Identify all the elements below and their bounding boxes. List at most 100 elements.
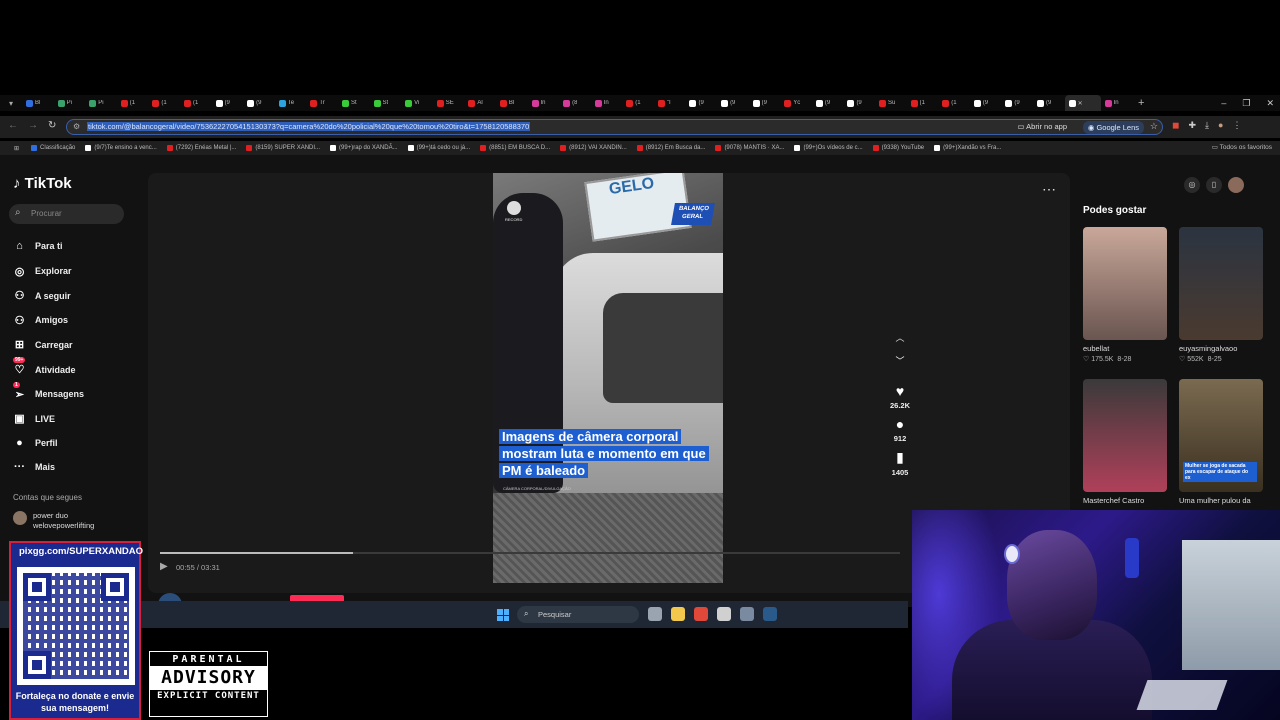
browser-tab[interactable]: In <box>591 95 623 111</box>
browser-tab[interactable]: Bl <box>496 95 528 111</box>
bookmark-item[interactable]: (9/7)Te ensino a venc... <box>85 145 157 151</box>
video-progress-bar[interactable] <box>160 552 900 554</box>
browser-tab[interactable]: St <box>338 95 370 111</box>
bookmark-item[interactable]: (99+)tá cedo ou já... <box>407 145 470 151</box>
task-view-icon[interactable] <box>648 607 662 621</box>
browser-menu-icon[interactable]: ⋮ <box>1232 120 1241 131</box>
device-icon[interactable]: ▯ <box>1206 177 1222 193</box>
browser-tab[interactable]: (9 <box>970 95 1002 111</box>
bookmark-item[interactable]: (99+)rap do XANDÃ... <box>330 145 398 151</box>
play-icon[interactable]: ▶ <box>160 561 168 572</box>
bookmark-item[interactable]: Classificação <box>31 145 75 151</box>
extensions-puzzle-icon[interactable]: ✚ <box>1188 120 1196 131</box>
browser-tab[interactable]: (9 <box>1001 95 1033 111</box>
tab-search-button[interactable]: ▾ <box>0 95 22 111</box>
browser-tab[interactable]: (1 <box>907 95 939 111</box>
taskbar-search-input[interactable]: ⌕ Pesquisar <box>517 606 639 623</box>
browser-tab[interactable]: Te <box>275 95 307 111</box>
back-button[interactable]: ← <box>8 120 18 131</box>
search-input[interactable]: ⌕ Procurar <box>9 204 124 224</box>
settings-icon[interactable] <box>740 607 754 621</box>
like-heart-icon[interactable]: ♥ <box>896 383 904 399</box>
bookmark-item[interactable]: (9078) MANTIS · XA... <box>715 145 784 151</box>
bookmark-icon[interactable]: ▮ <box>896 449 904 466</box>
sidebar-item[interactable]: ◎ Explorar <box>13 265 72 278</box>
suggested-video-card[interactable]: Masterchef Castro <box>1083 379 1167 505</box>
video-frame[interactable]: GELO RECORD BALANÇO GERAL Imagens de câm… <box>493 173 723 583</box>
url-text[interactable]: tiktok.com/@balancogeral/video/753622270… <box>87 122 531 131</box>
browser-tab[interactable]: (9 <box>1033 95 1065 111</box>
comment-icon[interactable]: ● <box>896 416 904 432</box>
browser-tab[interactable]: (9 <box>243 95 275 111</box>
browser-tab[interactable]: (1 <box>938 95 970 111</box>
sidebar-item[interactable]: ⚇ Amigos <box>13 314 68 327</box>
site-info-icon[interactable]: ⚙ <box>73 122 80 131</box>
browser-tab[interactable]: SE <box>433 95 465 111</box>
browser-tab[interactable]: (9 <box>812 95 844 111</box>
browser-tab[interactable]: (9 <box>212 95 244 111</box>
suggested-video-user[interactable]: Masterchef Castro <box>1083 496 1167 505</box>
suggested-video-card[interactable]: eubellat ♡ 175.5K 8-28 <box>1083 227 1167 363</box>
browser-tab[interactable]: (9 <box>749 95 781 111</box>
following-account[interactable]: power duo welovepowerlifting <box>13 511 94 531</box>
suggested-video-card[interactable]: Mulher se joga de sacada para escapar de… <box>1179 379 1263 505</box>
browser-tab[interactable]: (1 <box>180 95 212 111</box>
sidebar-item[interactable]: ⌂ Para ti <box>13 240 62 252</box>
browser-tab[interactable]: (9 <box>843 95 875 111</box>
more-options-icon[interactable]: ⋯ <box>1042 181 1056 198</box>
chrome-icon[interactable] <box>694 607 708 621</box>
address-bar[interactable]: ⚙ tiktok.com/@balancogeral/video/7536222… <box>66 119 1163 135</box>
browser-tab[interactable]: Vi <box>401 95 433 111</box>
bookmark-item[interactable]: (9338) YouTube <box>872 145 924 151</box>
browser-tab[interactable]: Pi <box>54 95 86 111</box>
maximize-button[interactable]: ❐ <box>1242 98 1250 109</box>
downloads-icon[interactable]: ⤓ <box>1205 120 1209 131</box>
file-explorer-icon[interactable] <box>671 607 685 621</box>
profile-avatar[interactable]: ● <box>1218 120 1223 131</box>
suggested-video-thumbnail[interactable] <box>1179 227 1263 340</box>
sidebar-item[interactable]: ♡ Atividade 99+ <box>13 357 76 376</box>
bookmark-item[interactable]: (8912) Em Busca da... <box>636 145 705 151</box>
browser-tab[interactable]: St <box>370 95 402 111</box>
suggested-video-user[interactable]: Uma mulher pulou da <box>1179 496 1263 505</box>
browser-tab[interactable]: (9 <box>685 95 717 111</box>
sidebar-item[interactable]: ⚇ A seguir <box>13 289 71 302</box>
forward-button[interactable]: → <box>28 120 38 131</box>
snipping-tool-icon[interactable] <box>717 607 731 621</box>
bookmark-star-icon[interactable]: ☆ <box>1150 121 1158 132</box>
explore-icon[interactable]: ◎ <box>1184 177 1200 193</box>
open-in-app-button[interactable]: ▭ Abrir no app <box>1017 122 1067 131</box>
browser-tab[interactable]: "I <box>654 95 686 111</box>
suggested-video-card[interactable]: euyasmingalvaoo ♡ 552K 8-25 <box>1179 227 1263 363</box>
browser-tab[interactable]: (9 <box>717 95 749 111</box>
steam-icon[interactable] <box>763 607 777 621</box>
bookmark-item[interactable]: (7292) Enéas Metal |... <box>166 145 236 151</box>
suggested-video-user[interactable]: eubellat <box>1083 344 1167 353</box>
bookmark-item[interactable]: (8912) VAI XANDIN... <box>560 145 627 151</box>
browser-tab[interactable]: (1 <box>622 95 654 111</box>
browser-tab[interactable]: Bl <box>22 95 54 111</box>
apps-grid-icon[interactable]: ⊞ <box>14 145 19 152</box>
browser-tab[interactable]: In <box>528 95 560 111</box>
suggested-video-thumbnail[interactable]: Mulher se joga de sacada para escapar de… <box>1179 379 1263 492</box>
minimize-button[interactable]: – <box>1221 98 1226 108</box>
windows-start-icon[interactable] <box>497 609 509 621</box>
browser-tab[interactable]: ✕ <box>1064 95 1101 111</box>
google-lens-button[interactable]: ◉ Google Lens <box>1082 121 1144 134</box>
browser-tab[interactable]: (1 <box>117 95 149 111</box>
tiktok-logo[interactable]: ♪ TikTok <box>13 175 72 192</box>
suggested-video-thumbnail[interactable] <box>1083 227 1167 340</box>
browser-tab[interactable]: Tr <box>306 95 338 111</box>
suggested-video-user[interactable]: euyasmingalvaoo <box>1179 344 1263 353</box>
browser-tab[interactable]: Su <box>875 95 907 111</box>
sidebar-item[interactable]: ➢ Mensagens 1 <box>13 381 84 401</box>
browser-tab[interactable]: (1 <box>148 95 180 111</box>
sidebar-item[interactable]: ⊞ Carregar <box>13 338 73 351</box>
previous-video-icon[interactable]: ︿ <box>895 331 904 344</box>
browser-tab[interactable]: In <box>1101 95 1133 111</box>
browser-tab[interactable]: Pi <box>85 95 117 111</box>
reload-button[interactable]: ↻ <box>48 120 56 131</box>
bookmark-item[interactable]: (8851) EM BUSCA D... <box>480 145 550 151</box>
new-tab-button[interactable]: + <box>1132 97 1150 109</box>
suggested-video-thumbnail[interactable] <box>1083 379 1167 492</box>
